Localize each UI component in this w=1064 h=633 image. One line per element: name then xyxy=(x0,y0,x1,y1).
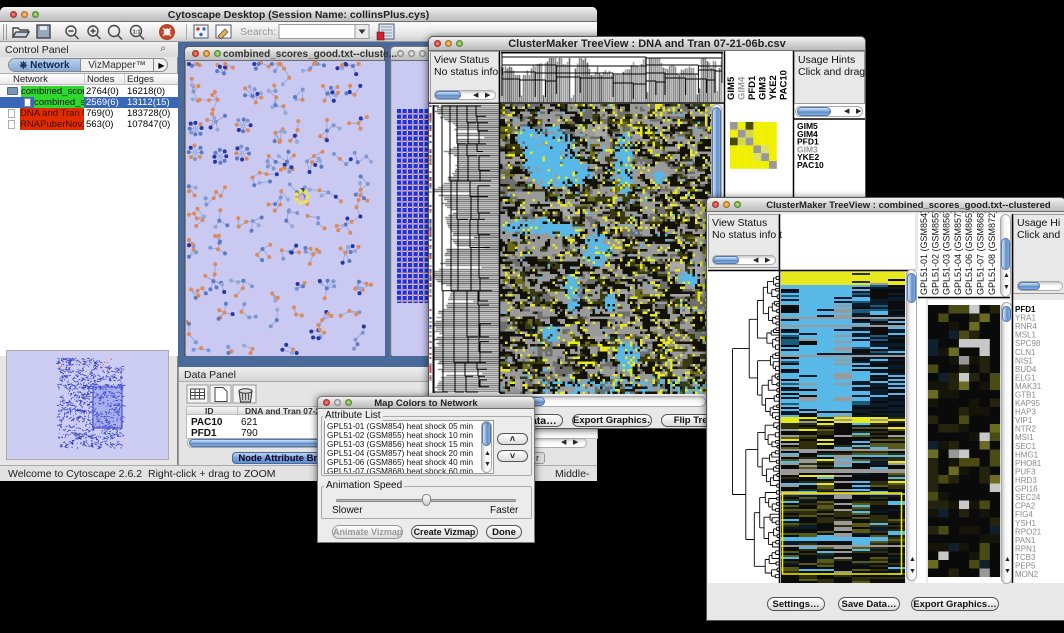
svg-text:GPL51-08 (GSM872): GPL51-08 (GSM872) xyxy=(987,212,997,295)
svg-text:1:1: 1:1 xyxy=(133,30,141,36)
svg-text:GPL51-03 (GSM856): GPL51-03 (GSM856) xyxy=(942,212,952,295)
svg-text:GPL51-02 (GSM855): GPL51-02 (GSM855) xyxy=(930,212,940,295)
svg-text:GPL51-07 (GSM868): GPL51-07 (GSM868) xyxy=(976,212,986,295)
svg-text:PAC10: PAC10 xyxy=(779,70,790,100)
svg-text:GIM5: GIM5 xyxy=(726,76,737,100)
svg-text:PFD1: PFD1 xyxy=(747,75,758,100)
svg-text:GIM4: GIM4 xyxy=(737,76,748,100)
svg-text:GPL51-06 (GSM865): GPL51-06 (GSM865) xyxy=(964,212,974,295)
svg-text:Search:: Search: xyxy=(240,26,276,38)
svg-text:MON2: MON2 xyxy=(1015,570,1039,579)
svg-text:GIM3: GIM3 xyxy=(758,77,769,100)
svg-text:YKE2: YKE2 xyxy=(768,75,779,100)
svg-text:GPL51-01 (GSM854): GPL51-01 (GSM854) xyxy=(919,212,929,295)
svg-text:PAC10: PAC10 xyxy=(797,160,824,170)
svg-text:GPL51-04 (GSM857): GPL51-04 (GSM857) xyxy=(953,212,963,295)
